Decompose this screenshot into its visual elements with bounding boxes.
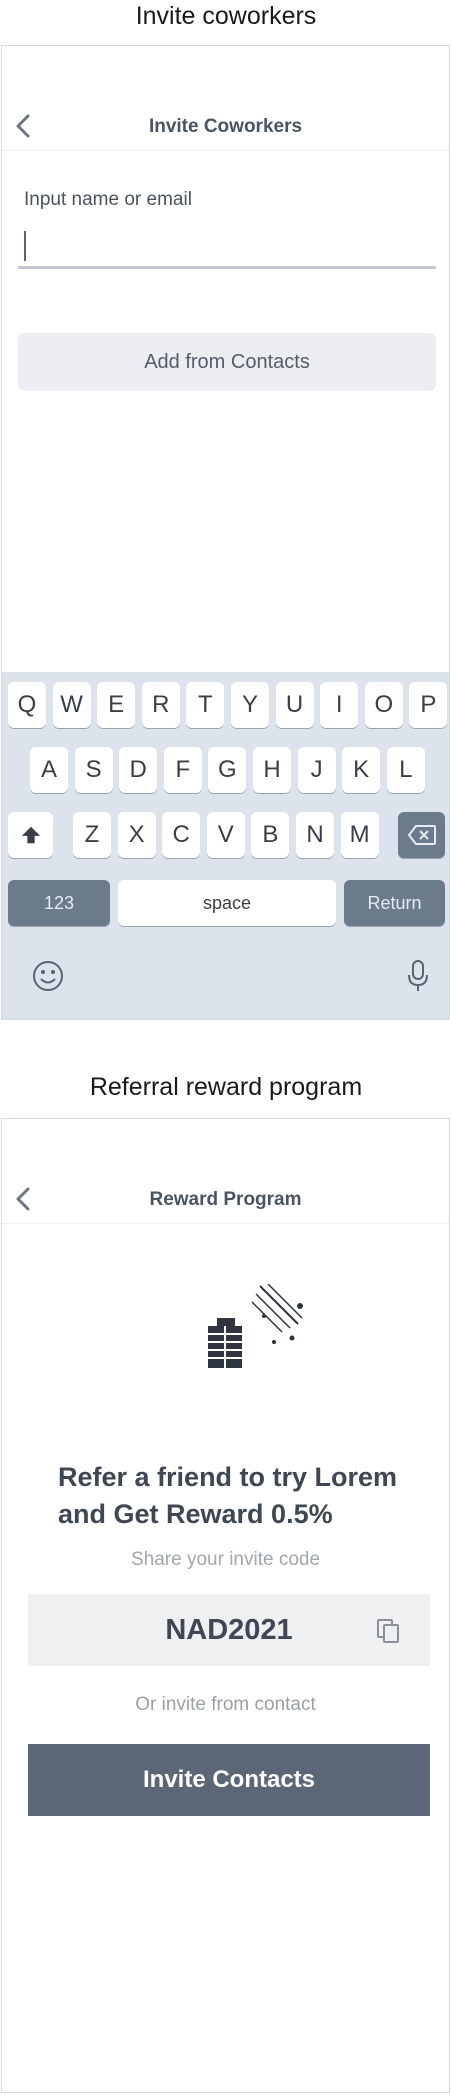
add-from-contacts-button[interactable]: Add from Contacts (18, 333, 436, 391)
reward-program-screen: Reward Program Refer a friend to try Lor… (1, 1118, 450, 2093)
nav-bar: Reward Program (2, 1119, 449, 1224)
key-y[interactable]: Y (231, 682, 269, 728)
shift-arrow-icon (21, 826, 40, 844)
on-screen-keyboard: QWERTYUIOP ASDFGHJKL ZXCVBNM 123 space R… (2, 672, 449, 1019)
shift-key[interactable] (8, 812, 53, 858)
text-cursor (24, 231, 26, 261)
return-key[interactable]: Return (344, 880, 445, 926)
key-r[interactable]: R (141, 682, 180, 728)
caption-referral-reward-program: Referral reward program (89, 1073, 363, 1101)
emoji-icon[interactable] (31, 959, 65, 993)
key-p[interactable]: P (409, 682, 448, 728)
invite-contacts-button[interactable]: Invite Contacts (28, 1744, 430, 1816)
numbers-key[interactable]: 123 (8, 880, 110, 926)
share-code-label: Share your invite code (130, 1549, 321, 1570)
caption-invite-coworkers: Invite coworkers (135, 2, 317, 30)
key-h[interactable]: H (253, 747, 291, 793)
coins-reward-illustration-icon (208, 1284, 303, 1368)
key-u[interactable]: U (275, 682, 314, 728)
delete-key[interactable] (398, 812, 445, 858)
input-underline (18, 266, 436, 269)
nav-bar: Invite Coworkers (2, 46, 449, 151)
page-title: Invite Coworkers (148, 116, 303, 137)
backspace-icon (407, 825, 436, 845)
copy-icon[interactable] (376, 1618, 400, 1644)
key-g[interactable]: G (208, 747, 247, 793)
name-email-input[interactable] (30, 226, 434, 266)
key-c[interactable]: C (162, 812, 201, 858)
key-o[interactable]: O (364, 682, 403, 728)
key-x[interactable]: X (117, 812, 156, 858)
or-invite-label: Or invite from contact (135, 1694, 316, 1715)
key-j[interactable]: J (297, 747, 336, 793)
key-q[interactable]: Q (8, 682, 46, 728)
reward-headline: Refer a friend to try Lorem and Get Rewa… (58, 1462, 398, 1529)
key-v[interactable]: V (206, 812, 245, 858)
space-key[interactable]: space (118, 880, 336, 926)
page-title: Reward Program (149, 1189, 302, 1210)
invite-code-box: NAD2021 (28, 1594, 430, 1666)
key-f[interactable]: F (163, 747, 202, 793)
key-d[interactable]: D (119, 747, 158, 793)
key-b[interactable]: B (251, 812, 290, 858)
key-n[interactable]: N (296, 812, 334, 858)
key-m[interactable]: M (340, 812, 379, 858)
key-s[interactable]: S (74, 747, 113, 793)
key-t[interactable]: T (186, 682, 225, 728)
key-k[interactable]: K (342, 747, 381, 793)
name-email-label: Input name or email (24, 189, 192, 210)
key-i[interactable]: I (320, 682, 359, 728)
key-z[interactable]: Z (73, 812, 111, 858)
microphone-icon[interactable] (405, 959, 431, 993)
key-l[interactable]: L (386, 747, 425, 793)
invite-coworkers-screen: Invite Coworkers Input name or email Add… (1, 45, 450, 1020)
key-w[interactable]: W (52, 682, 91, 728)
invite-code: NAD2021 (165, 1614, 293, 1646)
key-e[interactable]: E (97, 682, 136, 728)
key-a[interactable]: A (30, 747, 68, 793)
